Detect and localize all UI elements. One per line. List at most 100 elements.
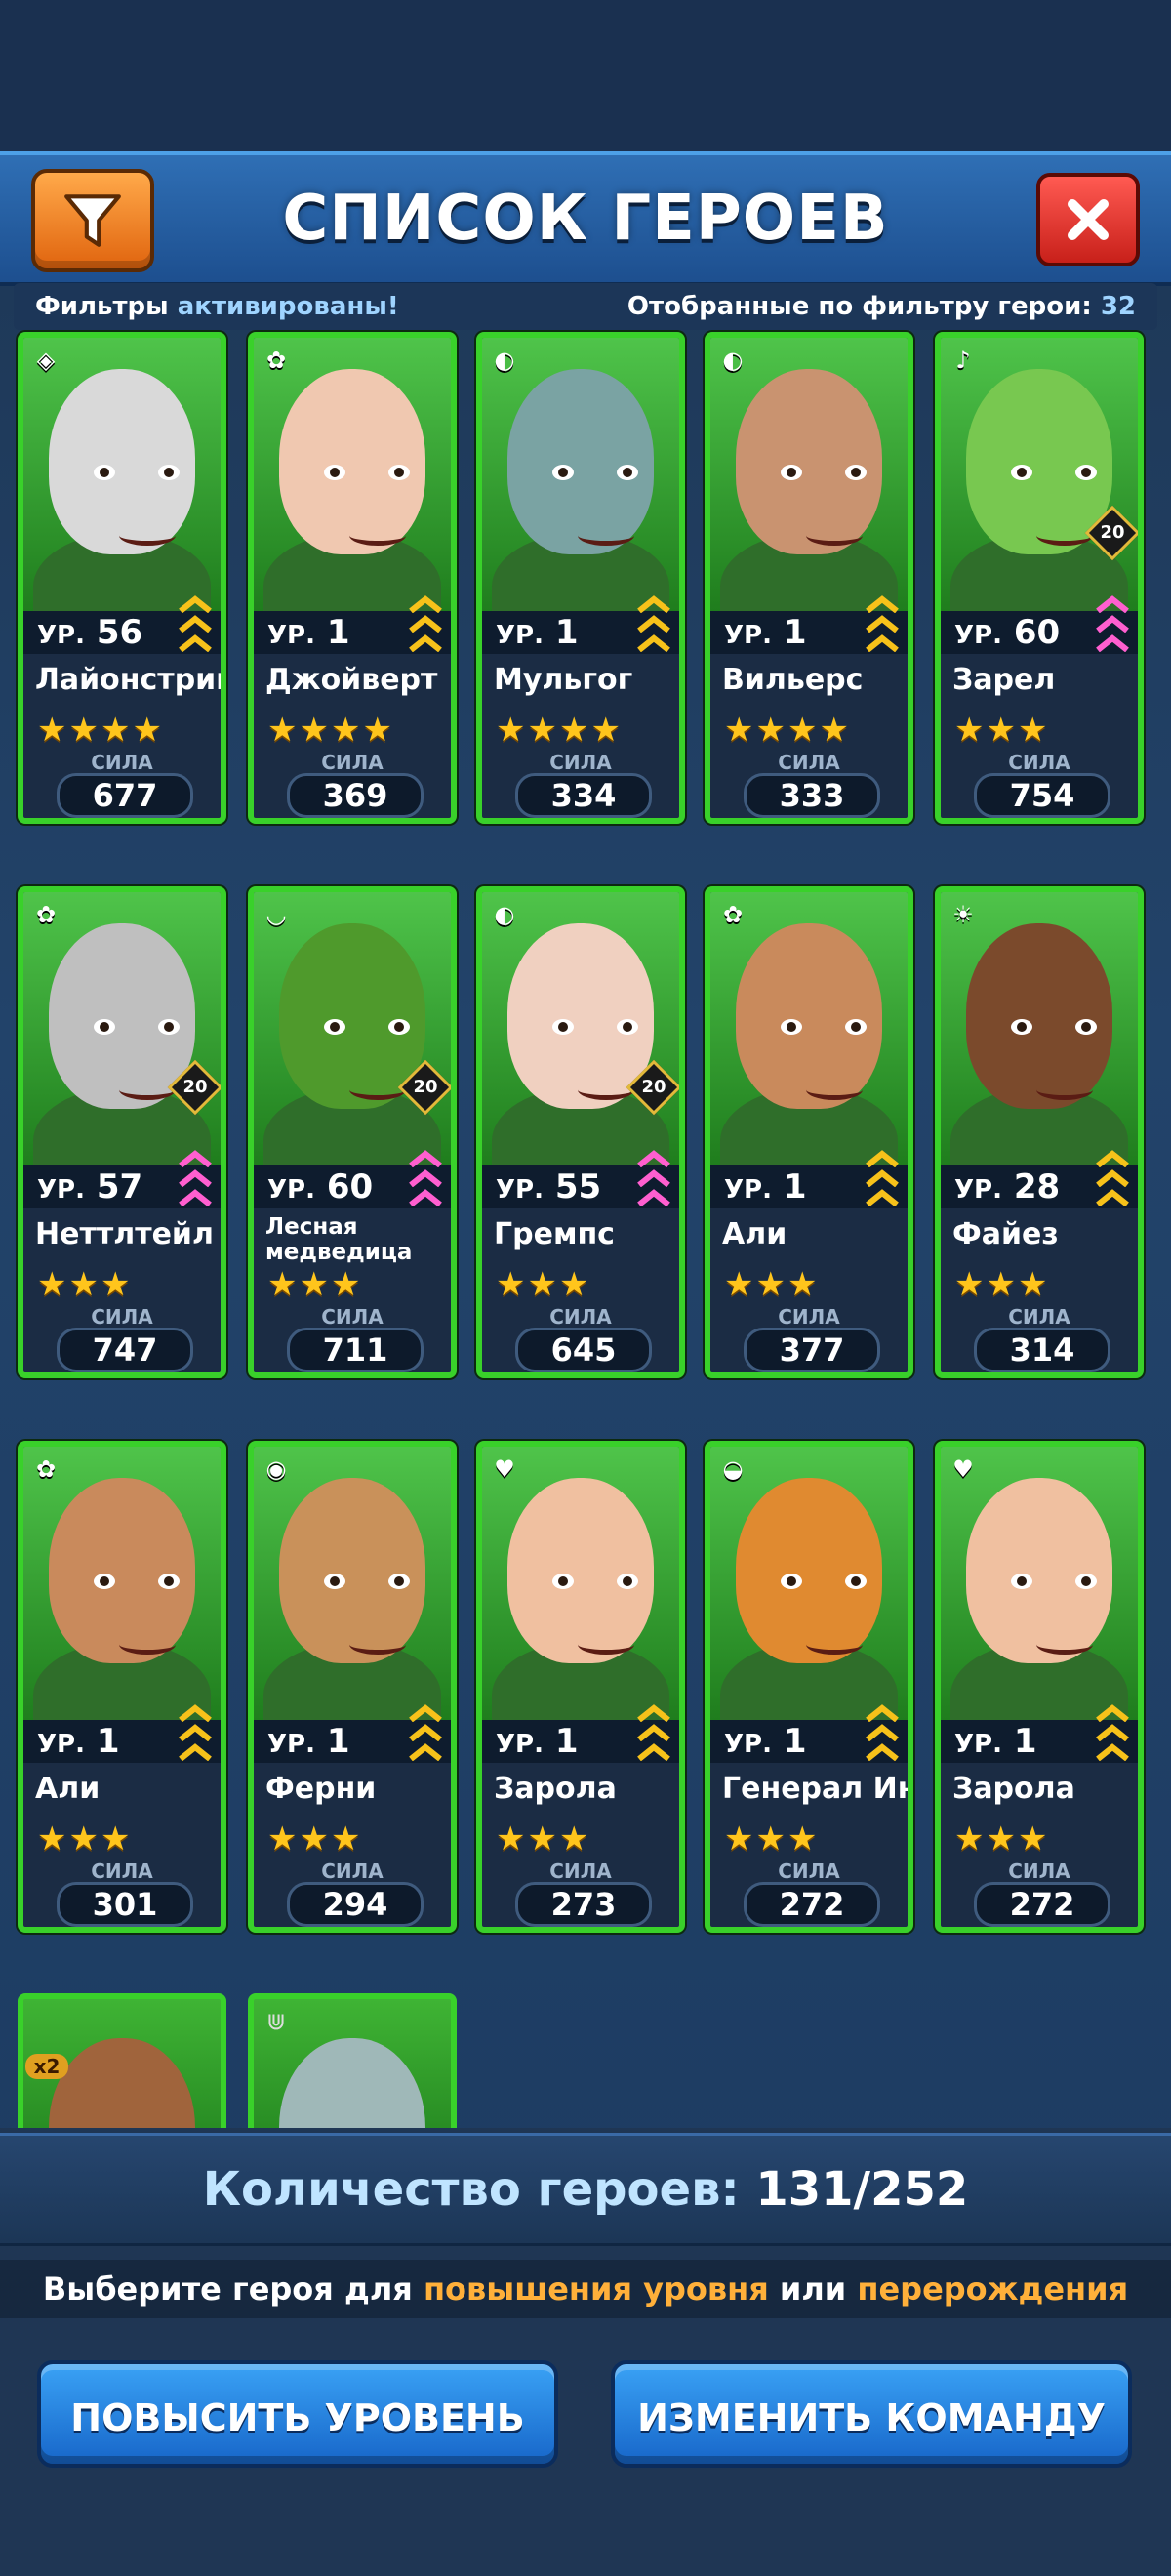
- hero-card[interactable]: ✿ УР. 57 20 Неттлтейл ★★★ СИЛА 747: [18, 886, 226, 1378]
- hero-face: [736, 923, 882, 1109]
- power-label: СИЛА: [1008, 751, 1070, 774]
- level-value: 1: [783, 1167, 807, 1206]
- rank-chevron-icon: [1096, 634, 1129, 652]
- hero-card[interactable]: ♥ УР. 1 Зарола ★★★ СИЛА 272: [935, 1441, 1144, 1933]
- hero-card[interactable]: ☀ УР. 28 Файез ★★★ СИЛА 314: [935, 886, 1144, 1378]
- hint-rebirth: перерождения: [857, 2270, 1129, 2308]
- power-label: СИЛА: [1008, 1305, 1070, 1329]
- hero-card[interactable]: ✿ УР. 1 Джойверт ★★★★ СИЛА 369: [248, 332, 457, 824]
- rank-indicator: [636, 1115, 671, 1206]
- hero-eye-right: [1075, 1574, 1097, 1589]
- power-label: СИЛА: [91, 1860, 153, 1883]
- shield-icon: ♪: [955, 347, 971, 374]
- rank-chevron-icon: [637, 1150, 670, 1167]
- rank-indicator: [636, 560, 671, 652]
- rank-chevron-icon: [179, 1724, 212, 1741]
- hero-stars: ★★★: [954, 711, 1050, 750]
- hero-stars: ★★★: [496, 1820, 591, 1859]
- hero-card[interactable]: ✿ УР. 1 Али ★★★ СИЛА 377: [705, 886, 913, 1378]
- hero-name: Лайонстринг: [35, 663, 221, 697]
- level-bar: УР. 1: [710, 595, 908, 657]
- hero-stars: ★★★: [954, 1265, 1050, 1304]
- rank-chevron-icon: [1096, 1189, 1129, 1206]
- hero-eye-left: [552, 1019, 574, 1035]
- hero-name: Джойверт: [265, 663, 438, 697]
- rank-chevron-icon: [1096, 1704, 1129, 1722]
- hero-face: [736, 1478, 882, 1663]
- hero-stars: ★★★★: [496, 711, 623, 750]
- power-label: СИЛА: [778, 1860, 840, 1883]
- power-value: 369: [287, 773, 424, 818]
- level-prefix: УР.: [496, 1175, 544, 1205]
- power-label: СИЛА: [549, 1305, 612, 1329]
- hero-card[interactable]: ◒ УР. 1 Генерал Инь ★★★СИЛА272: [705, 1441, 913, 1933]
- rank-chevron-icon: [637, 1189, 670, 1206]
- hero-card[interactable]: ✿ УР. 1 Али ★★★ СИЛА 301: [18, 1441, 226, 1933]
- hero-card[interactable]: ◐ УР. 55 20 Гремпс ★★★ СИЛА 645: [476, 886, 685, 1378]
- rank-chevron-icon: [637, 615, 670, 633]
- hero-card-partial[interactable]: x2: [18, 1993, 226, 2128]
- hero-card[interactable]: ◈ УР. 56 Лайонстринг ★★★★СИЛА677: [18, 332, 226, 824]
- hero-card-partial[interactable]: ⋓: [248, 1993, 457, 2128]
- level-value: 1: [554, 1722, 579, 1761]
- hero-card[interactable]: ◐ УР. 1 Мульгог ★★★★ СИЛА 334: [476, 332, 685, 824]
- level-value: 1: [326, 1722, 350, 1761]
- level-value: 60: [326, 1167, 374, 1206]
- hero-mouth: [349, 1080, 406, 1100]
- sun-icon: ☀: [952, 901, 974, 928]
- hero-stars: ★★★: [954, 1820, 1050, 1859]
- hero-name: Файез: [952, 1217, 1059, 1251]
- level-prefix: УР.: [954, 1730, 1002, 1759]
- hero-card[interactable]: ◡ УР. 60 20 Лесная медведица ★★★ СИЛА 711: [248, 886, 457, 1378]
- hero-face: [49, 1478, 195, 1663]
- hero-card[interactable]: ◉ УР. 1 Ферни ★★★ СИЛА 294: [248, 1441, 457, 1933]
- hero-eye-right: [617, 1574, 638, 1589]
- hero-name: Зарола: [952, 1772, 1075, 1806]
- hero-level: УР. 1: [724, 611, 807, 657]
- level-bar: УР. 1: [254, 595, 451, 654]
- hero-mouth: [1036, 525, 1093, 546]
- hero-count-value: 131/252: [755, 2162, 969, 2217]
- level-prefix: УР.: [724, 1175, 772, 1205]
- hero-eye-right: [158, 465, 180, 480]
- rank-chevron-icon: [179, 1189, 212, 1206]
- rank-chevron-icon: [409, 1189, 442, 1206]
- double-xp-icon: x2: [25, 2054, 68, 2079]
- level-up-button[interactable]: ПОВЫСИТЬ УРОВЕНЬ: [37, 2360, 558, 2468]
- hero-eye-right: [158, 1019, 180, 1035]
- hint-text: Выберите героя для повышения уровня или …: [0, 2260, 1171, 2318]
- power-label: СИЛА: [91, 751, 153, 774]
- level-value: 1: [326, 613, 350, 652]
- hero-stars: ★★★: [267, 1265, 363, 1304]
- hero-eye-left: [552, 465, 574, 480]
- hero-stars: ★★★: [724, 1265, 820, 1304]
- power-label: СИЛА: [321, 1860, 384, 1883]
- rank-chevron-icon: [866, 595, 899, 613]
- change-team-button[interactable]: ИЗМЕНИТЬ КОМАНДУ: [611, 2360, 1132, 2468]
- rank-indicator: [1095, 1669, 1130, 1761]
- power-value: 294: [287, 1882, 424, 1927]
- level-value: 1: [554, 613, 579, 652]
- hero-level: УР. 1: [37, 1720, 120, 1766]
- level-prefix: УР.: [37, 1730, 85, 1759]
- hero-name: Зарола: [494, 1772, 617, 1806]
- rank-chevron-icon: [637, 1704, 670, 1722]
- hero-level: УР. 1: [954, 1720, 1037, 1766]
- power-label: СИЛА: [91, 1305, 153, 1329]
- hero-card[interactable]: ◐ УР. 1 Вильерс ★★★★ СИЛА 333: [705, 332, 913, 824]
- rank-indicator: [408, 560, 443, 652]
- hero-eye-left: [552, 1574, 574, 1589]
- rank-indicator: [865, 560, 900, 652]
- hero-card[interactable]: ♥ УР. 1 Зарола ★★★ СИЛА 273: [476, 1441, 685, 1933]
- level-bar: УР. 28: [941, 1150, 1138, 1208]
- rank-chevron-icon: [409, 1704, 442, 1722]
- hero-mouth: [349, 525, 406, 546]
- hero-level: УР. 1: [496, 611, 579, 657]
- power-value: 677: [57, 773, 193, 818]
- hero-eye-left: [94, 1574, 115, 1589]
- hero-card[interactable]: ♪ УР. 60 20 Зарел ★★★ СИЛА 754: [935, 332, 1144, 824]
- power-value: 301: [57, 1882, 193, 1927]
- rank-chevron-icon: [179, 1150, 212, 1167]
- hero-name: Али: [722, 1217, 787, 1251]
- hero-name: Лесная медведица: [265, 1214, 413, 1265]
